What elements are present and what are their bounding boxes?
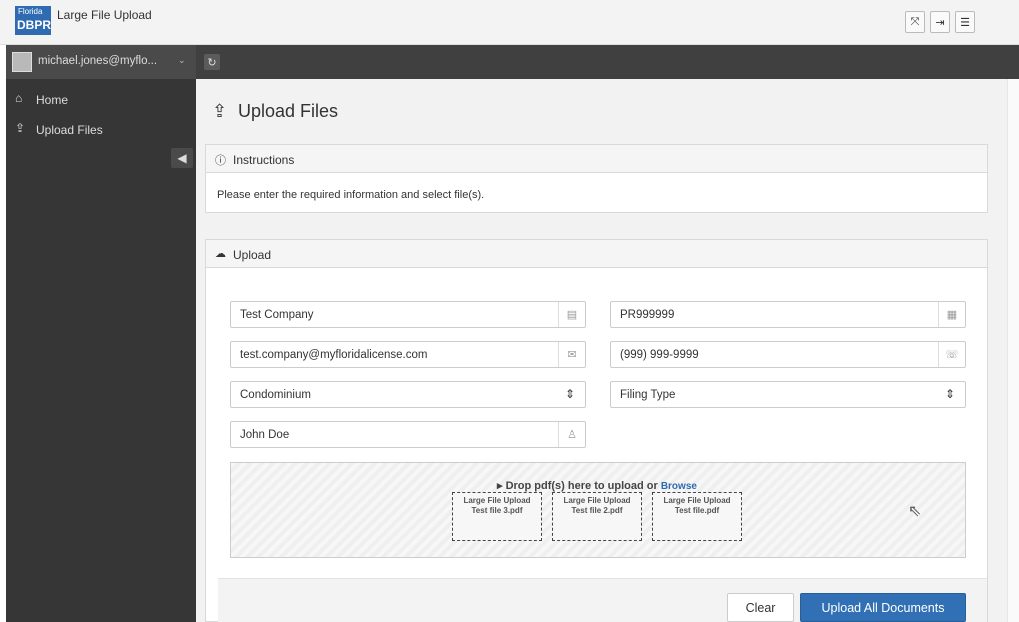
contact-name-field[interactable]: John Doe ♙ (230, 421, 586, 448)
logo-line-2: DBPR (17, 18, 52, 32)
browse-link[interactable]: Browse (661, 481, 697, 492)
sidebar-item-upload-files[interactable]: ⇪ Upload Files (6, 119, 196, 141)
instructions-heading: Instructions (233, 153, 295, 167)
upload-header: ☁ Upload (206, 240, 987, 268)
contact-name-value: John Doe (240, 429, 290, 441)
user-email: michael.jones@myflo... (38, 55, 158, 67)
file-thumbnail[interactable]: Large File Upload Test file 2.pdf (552, 492, 642, 541)
sidebar: michael.jones@myflo... ⌄ ⌂ Home ⇪ Upload… (6, 45, 196, 622)
company-value: Test Company (240, 309, 314, 321)
main-content: ⇪ Upload Files ⓘ Instructions Please ente… (196, 79, 1007, 622)
avatar (12, 52, 32, 72)
email-value: test.company@myfloridalicense.com (240, 349, 428, 361)
refresh-icon: ↻ (207, 56, 217, 69)
chevron-down-icon: ⌄ (178, 55, 186, 65)
phone-icon: ☏ (938, 342, 965, 367)
license-value: PR999999 (620, 309, 675, 321)
upload-icon: ⇪ (212, 101, 228, 121)
company-field[interactable]: Test Company ▤ (230, 301, 586, 328)
license-field[interactable]: PR999999 ▦ (610, 301, 966, 328)
upload-icon: ⇪ (15, 121, 26, 135)
category-select[interactable]: Condominium ⇕ (230, 381, 586, 408)
file-thumbnail[interactable]: Large File Upload Test file 3.pdf (452, 492, 542, 541)
app-title: Large File Upload (57, 8, 152, 22)
info-icon: ⓘ (215, 155, 226, 167)
scrollbar[interactable] (1007, 79, 1019, 622)
file-app-label: Large File Upload (663, 496, 731, 505)
email-field[interactable]: test.company@myfloridalicense.com ✉ (230, 341, 586, 368)
category-value: Condominium (240, 389, 311, 401)
envelope-icon: ✉ (558, 342, 585, 367)
sidebar-item-home[interactable]: ⌂ Home (6, 89, 196, 111)
page-title: ⇪ Upload Files (212, 101, 338, 122)
instructions-text: Please enter the required information an… (217, 189, 485, 201)
instructions-header: ⓘ Instructions (206, 145, 987, 173)
expand-icon: ⤧ (910, 15, 920, 28)
logout-button[interactable]: ⇥ (930, 11, 950, 33)
select-caret-icon: ⇕ (944, 387, 955, 401)
file-name: Test file 2.pdf (571, 506, 623, 515)
file-app-label: Large File Upload (463, 496, 531, 505)
phone-field[interactable]: (999) 999-9999 ☏ (610, 341, 966, 368)
select-caret-icon: ⇕ (564, 387, 575, 401)
upload-heading: Upload (233, 248, 272, 262)
page-title-text: Upload Files (238, 101, 339, 121)
briefcase-icon: ▤ (558, 302, 585, 327)
content-toolbar: ↻ (196, 45, 1019, 79)
dbpr-logo[interactable]: Florida DBPR (15, 6, 51, 35)
file-name: Test file 3.pdf (471, 506, 523, 515)
file-name: Test file.pdf (674, 506, 720, 515)
form-actions: Clear Upload All Documents (218, 578, 987, 622)
top-bar: Florida DBPR Large File Upload ⤧ ⇥ ☰ (0, 0, 1019, 45)
hamburger-icon: ☰ (960, 16, 970, 29)
menu-button[interactable]: ☰ (955, 11, 975, 33)
sign-out-icon: ⇥ (935, 16, 945, 29)
file-dropzone[interactable]: ▸ Drop pdf(s) here to upload or Browse L… (230, 462, 966, 558)
home-icon: ⌂ (15, 91, 23, 105)
file-app-label: Large File Upload (563, 496, 631, 505)
clear-button[interactable]: Clear (727, 593, 794, 622)
fullscreen-button[interactable]: ⤧ (905, 11, 925, 33)
drop-text: Drop pdf(s) here to upload or (505, 480, 658, 492)
grid-icon: ▦ (938, 302, 965, 327)
logo-line-1: Florida (18, 7, 43, 16)
sidebar-item-label: Upload Files (36, 123, 103, 137)
filing-type-select[interactable]: Filing Type ⇕ (610, 381, 966, 408)
user-menu[interactable]: michael.jones@myflo... ⌄ (6, 45, 196, 79)
phone-value: (999) 999-9999 (620, 349, 699, 361)
upload-all-documents-button[interactable]: Upload All Documents (800, 593, 966, 622)
instructions-panel: ⓘ Instructions Please enter the required… (205, 144, 988, 213)
file-thumbnail[interactable]: Large File Upload Test file.pdf (652, 492, 742, 541)
user-icon: ♙ (558, 422, 585, 447)
filing-type-value: Filing Type (620, 389, 676, 401)
refresh-button[interactable]: ↻ (204, 54, 220, 70)
cloud-upload-icon: ☁ (215, 248, 226, 260)
upload-panel: ☁ Upload Test Company ▤ PR999999 ▦ test.… (205, 239, 988, 622)
mouse-cursor-icon: ⇖ (908, 503, 922, 520)
collapse-sidebar-button[interactable]: ◀ (171, 148, 193, 168)
sidebar-item-label: Home (36, 93, 69, 107)
drop-instructions: ▸ Drop pdf(s) here to upload or Browse (497, 480, 697, 492)
arrow-left-circle-icon: ◀ (177, 151, 187, 165)
